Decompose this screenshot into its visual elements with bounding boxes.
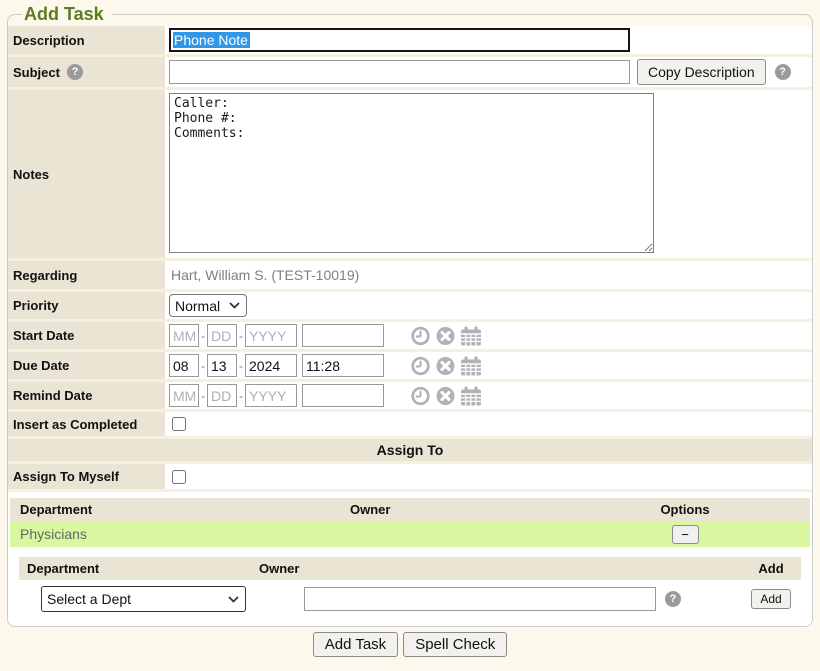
form-actions: Add Task Spell Check (0, 632, 820, 657)
priority-selected-value: Normal (175, 298, 220, 314)
due-date-month-input[interactable] (169, 354, 199, 377)
column-header-owner: Owner (350, 502, 560, 517)
clear-date-icon[interactable] (435, 386, 456, 406)
owner-input[interactable] (304, 587, 656, 611)
remind-date-time-input[interactable] (302, 384, 384, 407)
remind-date-row: Remind Date - - (8, 382, 812, 412)
priority-row: Priority Normal (8, 292, 812, 322)
due-date-time-input[interactable] (302, 354, 384, 377)
column-header-options: Options (560, 502, 810, 517)
owner-help-icon[interactable]: ? (665, 591, 681, 607)
due-date-row: Due Date - - (8, 352, 812, 382)
date-separator: - (239, 329, 243, 343)
priority-select[interactable]: Normal (169, 294, 247, 317)
form-body: Description Phone Note Subject ? Copy De… (8, 26, 812, 626)
spell-check-button[interactable]: Spell Check (403, 632, 507, 657)
subject-label: Subject (13, 65, 60, 80)
chevron-down-icon (228, 596, 239, 603)
add-assignment-button[interactable]: Add (751, 589, 790, 609)
subject-input[interactable] (169, 60, 630, 84)
notes-textarea[interactable]: Caller: Phone #: Comments: (169, 93, 654, 253)
assigned-department-value: Physicians (10, 526, 350, 542)
add-assignment-table: Department Owner Add Select a Dept ? Add (19, 557, 801, 618)
remind-date-label: Remind Date (8, 382, 165, 409)
clock-icon[interactable] (410, 326, 431, 346)
due-date-label: Due Date (8, 352, 165, 379)
calendar-icon[interactable] (460, 326, 482, 346)
assigned-table-header: Department Owner Options (10, 498, 810, 521)
chevron-down-icon (229, 302, 240, 309)
insert-completed-row: Insert as Completed (8, 412, 812, 439)
start-date-year-input[interactable] (245, 324, 297, 347)
subject-help-icon[interactable]: ? (67, 64, 83, 80)
description-input[interactable]: Phone Note (169, 28, 630, 52)
subject-label-cell: Subject ? (8, 57, 165, 87)
regarding-row: Regarding Hart, William S. (TEST-10019) (8, 261, 812, 292)
start-date-row: Start Date - - (8, 322, 812, 352)
assign-myself-label: Assign To Myself (8, 464, 165, 489)
due-date-day-input[interactable] (207, 354, 237, 377)
date-separator: - (201, 359, 205, 373)
remind-date-day-input[interactable] (207, 384, 237, 407)
clear-date-icon[interactable] (435, 326, 456, 346)
notes-row: Notes Caller: Phone #: Comments: (8, 90, 812, 261)
insert-completed-checkbox[interactable] (172, 417, 186, 431)
due-date-year-input[interactable] (245, 354, 297, 377)
start-date-day-input[interactable] (207, 324, 237, 347)
regarding-value: Hart, William S. (TEST-10019) (169, 267, 359, 283)
add-table-header: Department Owner Add (19, 557, 801, 580)
assign-to-section-header: Assign To (8, 439, 812, 464)
start-date-month-input[interactable] (169, 324, 199, 347)
remove-assignment-button[interactable]: − (672, 525, 699, 544)
date-separator: - (201, 329, 205, 343)
date-separator: - (201, 389, 205, 403)
department-selected-value: Select a Dept (47, 591, 131, 607)
remind-date-year-input[interactable] (245, 384, 297, 407)
assigned-departments-table: Department Owner Options Physicians − (10, 498, 810, 547)
department-select[interactable]: Select a Dept (41, 586, 246, 612)
column-header-department: Department (10, 502, 350, 517)
description-row: Description Phone Note (8, 26, 812, 57)
add-task-fieldset: Add Task Description Phone Note Subject … (7, 2, 813, 627)
column-header-owner: Owner (259, 561, 741, 576)
copy-description-button[interactable]: Copy Description (637, 59, 766, 85)
insert-completed-label: Insert as Completed (8, 412, 165, 436)
clock-icon[interactable] (410, 356, 431, 376)
start-date-label: Start Date (8, 322, 165, 349)
remind-date-month-input[interactable] (169, 384, 199, 407)
description-label: Description (8, 26, 165, 54)
start-date-time-input[interactable] (302, 324, 384, 347)
date-separator: - (239, 359, 243, 373)
priority-label: Priority (8, 292, 165, 319)
column-header-department: Department (19, 561, 259, 576)
subject-row: Subject ? Copy Description ? (8, 57, 812, 90)
add-task-button[interactable]: Add Task (313, 632, 398, 657)
regarding-label: Regarding (8, 261, 165, 289)
page-title: Add Task (22, 2, 112, 26)
assign-myself-row: Assign To Myself (8, 464, 812, 492)
table-row: Physicians − (10, 521, 810, 547)
date-separator: - (239, 389, 243, 403)
clear-date-icon[interactable] (435, 356, 456, 376)
assign-myself-checkbox[interactable] (172, 470, 186, 484)
calendar-icon[interactable] (460, 356, 482, 376)
description-selected-text: Phone Note (173, 32, 250, 48)
copy-description-help-icon[interactable]: ? (775, 64, 791, 80)
calendar-icon[interactable] (460, 386, 482, 406)
add-assignment-row: Select a Dept ? Add (19, 580, 801, 618)
column-header-add: Add (741, 561, 801, 576)
clock-icon[interactable] (410, 386, 431, 406)
notes-label: Notes (8, 90, 165, 258)
